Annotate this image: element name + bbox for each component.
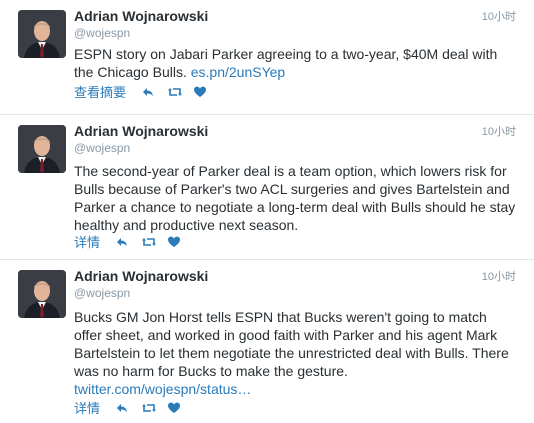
tweet-link[interactable]: twitter.com/wojespn/status… — [74, 381, 251, 397]
tweet-body: ESPN story on Jabari Parker agreeing to … — [74, 46, 498, 80]
tweet[interactable]: Adrian Wojnarowski @wojespn 10小时 The sec… — [0, 115, 534, 260]
author-name[interactable]: Adrian Wojnarowski — [74, 8, 208, 24]
reply-icon[interactable] — [116, 236, 128, 248]
author-name[interactable]: Adrian Wojnarowski — [74, 123, 208, 139]
tweet-actions: 详情 — [74, 398, 194, 417]
tweet-text: Bucks GM Jon Horst tells ESPN that Bucks… — [74, 308, 516, 398]
tweet-timestamp[interactable]: 10小时 — [482, 123, 516, 139]
tweet-actions: 详情 — [74, 232, 194, 251]
tweet-text: The second-year of Parker deal is a team… — [74, 162, 516, 234]
retweet-icon[interactable] — [168, 86, 183, 98]
tweet-text: ESPN story on Jabari Parker agreeing to … — [74, 45, 516, 81]
expand-link[interactable]: 查看摘要 — [74, 82, 126, 101]
author-handle[interactable]: @wojespn — [74, 26, 130, 40]
tweet-body: Bucks GM Jon Horst tells ESPN that Bucks… — [74, 309, 509, 379]
tweet[interactable]: Adrian Wojnarowski @wojespn 10小时 ESPN st… — [0, 0, 534, 115]
author-handle[interactable]: @wojespn — [74, 141, 130, 155]
avatar[interactable] — [18, 10, 66, 58]
reply-icon[interactable] — [116, 402, 128, 414]
retweet-icon[interactable] — [142, 402, 157, 414]
avatar[interactable] — [18, 270, 66, 318]
tweet-timestamp[interactable]: 10小时 — [482, 268, 516, 284]
heart-icon[interactable] — [194, 86, 207, 98]
heart-icon[interactable] — [168, 402, 181, 414]
tweet-body: The second-year of Parker deal is a team… — [74, 163, 516, 233]
author-handle[interactable]: @wojespn — [74, 286, 130, 300]
tweet-link[interactable]: es.pn/2unSYep — [191, 64, 285, 80]
heart-icon[interactable] — [168, 236, 181, 248]
expand-link[interactable]: 详情 — [74, 398, 100, 417]
tweet-timestamp[interactable]: 10小时 — [482, 8, 516, 24]
author-name[interactable]: Adrian Wojnarowski — [74, 268, 208, 284]
tweet[interactable]: Adrian Wojnarowski @wojespn 10小时 Bucks G… — [0, 260, 534, 423]
tweet-timeline: Adrian Wojnarowski @wojespn 10小时 ESPN st… — [0, 0, 534, 423]
tweet-actions: 查看摘要 — [74, 82, 220, 101]
reply-icon[interactable] — [142, 86, 154, 98]
avatar[interactable] — [18, 125, 66, 173]
retweet-icon[interactable] — [142, 236, 157, 248]
expand-link[interactable]: 详情 — [74, 232, 100, 251]
